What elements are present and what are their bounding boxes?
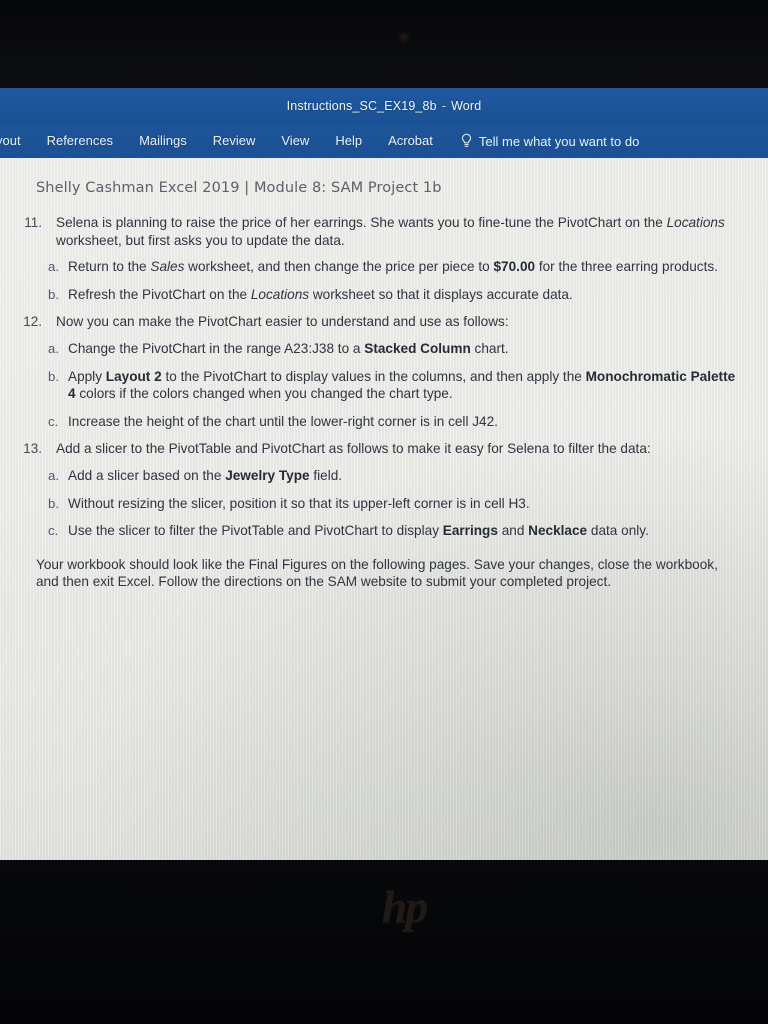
tab-mailings[interactable]: Mailings [126,124,200,158]
tab-acrobat[interactable]: Acrobat [375,124,446,158]
sub-list: a. Return to the Sales worksheet, and th… [0,258,768,303]
sub-letter: b. [48,286,59,302]
sub-letter: b. [48,495,59,511]
tell-me-label: Tell me what you want to do [478,133,640,149]
ribbon-tab-strip: yout References Mailings Review View Hel… [0,124,768,158]
sub-list: a. Change the PivotChart in the range A2… [0,340,768,430]
window-title: Instructions_SC_EX19_8b - Word [287,99,482,113]
window-title-app: Word [451,99,482,113]
window-title-filename: Instructions_SC_EX19_8b [286,99,437,113]
sub-text: Add a slicer based on the Jewelry Type f… [68,467,343,483]
list-item: c. Increase the height of the chart unti… [0,413,768,431]
list-item: 13. Add a slicer to the PivotTable and P… [0,440,768,539]
sub-text: Increase the height of the chart until t… [68,413,498,429]
laptop-top-bezel [0,0,768,90]
list-item: c. Use the slicer to filter the PivotTab… [0,522,768,540]
step-number: 11. [24,215,42,230]
webcam-dot-icon [399,33,410,44]
list-item: a. Return to the Sales worksheet, and th… [0,258,768,276]
sub-letter: c. [48,413,59,429]
tab-review[interactable]: Review [200,124,269,158]
sub-letter: b. [48,368,59,384]
step-number: 12. [23,314,42,330]
screen-content: Instructions_SC_EX19_8b-Word yout Refere… [0,88,768,860]
tab-view[interactable]: View [268,124,322,158]
instruction-list: 11. Selena is planning to raise the pric… [0,214,768,540]
list-item: b. Apply Layout 2 to the PivotChart to d… [0,368,768,403]
sub-list: a. Add a slicer based on the Jewelry Typ… [0,467,768,540]
sub-text: Use the slicer to filter the PivotTable … [68,523,649,539]
tab-help[interactable]: Help [322,124,375,158]
sub-letter: c. [48,523,59,539]
tab-layout[interactable]: yout [0,124,34,158]
sub-text: Apply Layout 2 to the PivotChart to disp… [68,368,736,402]
sub-letter: a. [48,259,59,275]
list-item: 12. Now you can make the PivotChart easi… [0,313,768,430]
step-number: 13. [23,441,42,457]
laptop-screenshot: Instructions_SC_EX19_8b-Word yout Refere… [0,0,768,1024]
list-item: a. Add a slicer based on the Jewelry Typ… [0,467,768,485]
tab-references[interactable]: References [34,124,126,158]
tell-me-search[interactable]: Tell me what you want to do [446,133,639,149]
sub-text: Without resizing the slicer, position it… [68,495,530,511]
sub-text: Change the PivotChart in the range A23:J… [68,340,509,356]
window-title-separator: - [441,99,447,113]
step-text: Add a slicer to the PivotTable and Pivot… [56,441,651,457]
list-item: b. Without resizing the slicer, position… [0,495,768,513]
step-text: Selena is planning to raise the price of… [56,215,725,248]
sub-letter: a. [48,340,59,356]
list-item: a. Change the PivotChart in the range A2… [0,340,768,358]
step-text: Now you can make the PivotChart easier t… [56,314,509,330]
hp-brand-logo: hp [381,880,429,932]
sub-text: Return to the Sales worksheet, and then … [68,259,718,275]
document-header-title: Shelly Cashman Excel 2019 | Module 8: SA… [36,180,442,196]
lightbulb-icon [461,133,471,147]
list-item: b. Refresh the PivotChart on the Locatio… [0,286,768,304]
closing-paragraph: Your workbook should look like the Final… [36,556,718,590]
document-canvas[interactable]: Shelly Cashman Excel 2019 | Module 8: SA… [0,158,768,860]
list-item: 11. Selena is planning to raise the pric… [0,214,768,303]
window-titlebar: Instructions_SC_EX19_8b - Word [0,88,768,124]
sub-text: Refresh the PivotChart on the Locations … [68,286,573,302]
sub-letter: a. [48,467,59,483]
